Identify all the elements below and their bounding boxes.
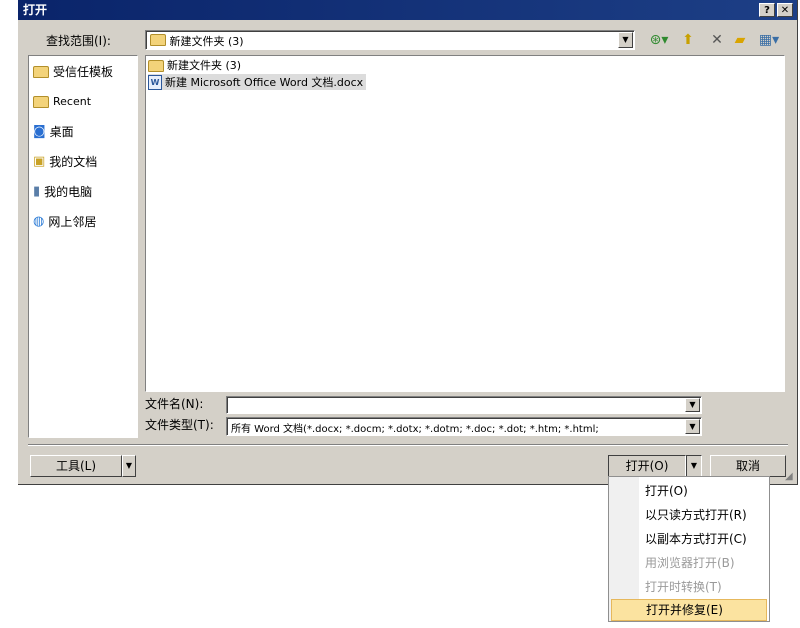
places-item-label: 受信任模板 bbox=[53, 64, 114, 79]
places-item-network[interactable]: ◍ 网上邻居 bbox=[33, 212, 96, 230]
chevron-down-icon[interactable]: ▼ bbox=[618, 32, 633, 48]
folder-icon bbox=[33, 96, 49, 108]
places-item-label: 网上邻居 bbox=[48, 214, 97, 229]
places-item-trusted-templates[interactable]: 受信任模板 bbox=[33, 62, 113, 80]
places-item-label: Recent bbox=[53, 94, 92, 108]
places-bar: 受信任模板 Recent ◙ 桌面 ▣ 我的文档 ▮ 我的电脑 ◍ 网上邻居 bbox=[28, 55, 138, 438]
desktop-icon: ◙ bbox=[33, 123, 46, 139]
tools-button[interactable]: 工具(L) bbox=[30, 455, 122, 477]
delete-icon[interactable]: ✕ bbox=[708, 31, 726, 49]
look-in-value: 新建文件夹 (3) bbox=[169, 35, 244, 48]
folder-icon bbox=[148, 60, 164, 72]
cancel-button-label: 取消 bbox=[735, 459, 760, 473]
open-dialog: 打开 ? ✕ 查找范围(I): 新建文件夹 (3) ▼ ⊛▾ ⬆ ✕ ▰ ▦▾ … bbox=[18, 0, 798, 485]
folder-icon bbox=[33, 66, 49, 78]
menu-item-open-read-only[interactable]: 以只读方式打开(R) bbox=[611, 504, 767, 526]
list-item[interactable]: W 新建 Microsoft Office Word 文档.docx bbox=[148, 74, 367, 90]
places-item-label: 我的电脑 bbox=[44, 184, 93, 199]
filetype-value: 所有 Word 文档(*.docx; *.docm; *.dotx; *.dot… bbox=[231, 424, 599, 435]
close-button[interactable]: ✕ bbox=[777, 3, 793, 17]
places-item-my-documents[interactable]: ▣ 我的文档 bbox=[33, 152, 97, 170]
dialog-title: 打开 bbox=[23, 3, 48, 17]
look-in-label: 查找范围(I): bbox=[46, 34, 111, 48]
places-item-my-computer[interactable]: ▮ 我的电脑 bbox=[33, 182, 92, 200]
resize-grip-icon[interactable]: ◢ bbox=[785, 472, 795, 482]
filename-field[interactable]: ▼ bbox=[226, 396, 702, 414]
menu-item-open-as-copy[interactable]: 以副本方式打开(C) bbox=[611, 528, 767, 550]
open-button-label: 打开(O) bbox=[625, 459, 669, 473]
file-list[interactable]: 新建文件夹 (3) W 新建 Microsoft Office Word 文档.… bbox=[145, 55, 785, 392]
my-documents-icon: ▣ bbox=[33, 153, 46, 169]
chevron-down-icon[interactable]: ▼ bbox=[685, 419, 700, 434]
up-folder-icon[interactable]: ⬆ bbox=[678, 31, 698, 49]
menu-item-open[interactable]: 打开(O) bbox=[611, 480, 767, 502]
word-doc-icon: W bbox=[148, 74, 162, 90]
places-item-label: 桌面 bbox=[49, 124, 74, 139]
back-icon[interactable]: ⊛▾ bbox=[646, 31, 672, 49]
cancel-button[interactable]: 取消 bbox=[710, 455, 786, 477]
look-in-value-wrap: 新建文件夹 (3) bbox=[150, 33, 244, 49]
menu-item-open-and-repair[interactable]: 打开并修复(E) bbox=[611, 599, 767, 621]
tools-button-label: 工具(L) bbox=[55, 459, 97, 473]
title-bar: 打开 ? ✕ bbox=[18, 0, 797, 20]
menu-item-open-in-browser: 用浏览器打开(B) bbox=[645, 556, 735, 570]
open-button[interactable]: 打开(O) bbox=[608, 455, 686, 477]
menu-item-open-with-transform: 打开时转换(T) bbox=[645, 580, 722, 594]
divider bbox=[28, 444, 788, 446]
file-name: 新建 Microsoft Office Word 文档.docx bbox=[165, 76, 364, 89]
file-name: 新建文件夹 (3) bbox=[167, 59, 242, 72]
network-icon: ◍ bbox=[33, 213, 45, 229]
list-item[interactable]: 新建文件夹 (3) bbox=[148, 57, 244, 73]
filename-label: 文件名(N): bbox=[145, 397, 204, 411]
look-in-combo[interactable]: 新建文件夹 (3) ▼ bbox=[145, 30, 635, 50]
open-dropdown-menu: 打开(O) 以只读方式打开(R) 以副本方式打开(C) 用浏览器打开(B) 打开… bbox=[608, 476, 770, 622]
my-computer-icon: ▮ bbox=[33, 183, 41, 199]
places-item-label: 我的文档 bbox=[49, 154, 98, 169]
chevron-down-icon: ▼ bbox=[125, 461, 133, 470]
places-item-desktop[interactable]: ◙ 桌面 bbox=[33, 122, 74, 140]
folder-icon bbox=[150, 34, 166, 46]
help-button[interactable]: ? bbox=[759, 3, 775, 17]
filetype-label: 文件类型(T): bbox=[145, 418, 214, 432]
open-dropdown-button[interactable]: ▼ bbox=[686, 455, 702, 477]
chevron-down-icon: ▼ bbox=[690, 461, 698, 470]
filetype-select[interactable]: 所有 Word 文档(*.docx; *.docm; *.dotx; *.dot… bbox=[226, 417, 702, 436]
chevron-down-icon[interactable]: ▼ bbox=[685, 398, 700, 412]
tools-dropdown-button[interactable]: ▼ bbox=[122, 455, 136, 477]
views-icon[interactable]: ▦▾ bbox=[755, 31, 783, 49]
places-item-recent[interactable]: Recent bbox=[33, 92, 91, 110]
new-folder-icon[interactable]: ▰ bbox=[730, 31, 750, 49]
